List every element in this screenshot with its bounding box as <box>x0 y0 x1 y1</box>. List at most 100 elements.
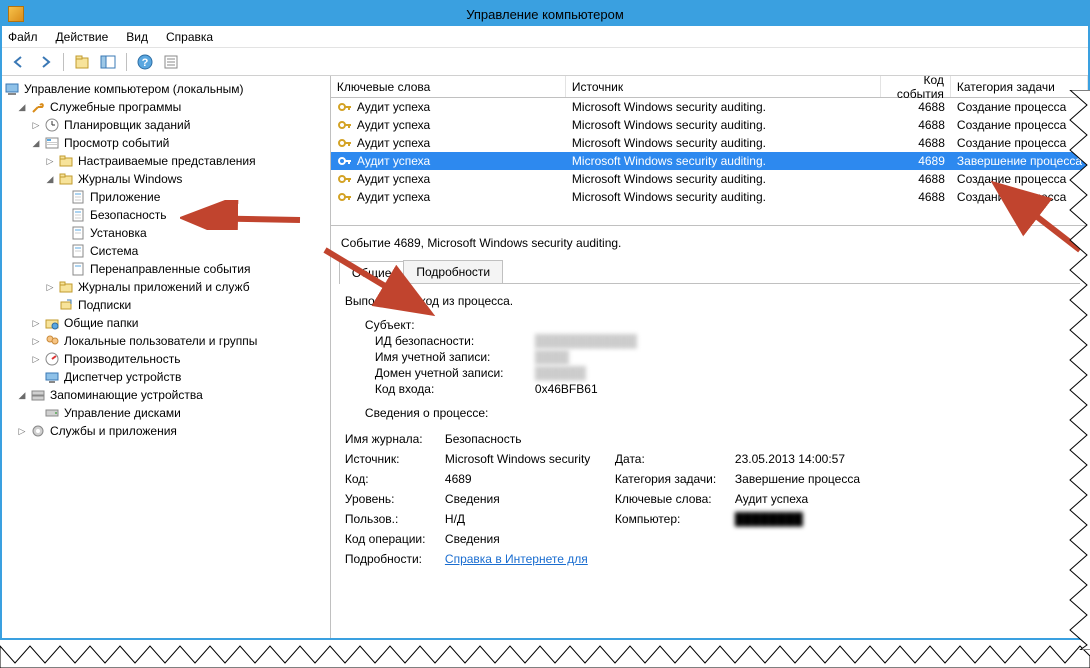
tree-log-setup[interactable]: Установка <box>4 224 328 242</box>
tree-local-users[interactable]: ▷ Локальные пользователи и группы <box>4 332 328 350</box>
menu-help[interactable]: Справка <box>166 30 213 44</box>
tree-device-manager[interactable]: Диспетчер устройств <box>4 368 328 386</box>
folder-icon <box>58 153 74 169</box>
tree-event-viewer[interactable]: ◢ Просмотр событий <box>4 134 328 152</box>
tree-shared-folders[interactable]: ▷ Общие папки <box>4 314 328 332</box>
tree-storage[interactable]: ◢ Запоминающие устройства <box>4 386 328 404</box>
account-domain-label: Домен учетной записи: <box>375 366 535 380</box>
col-event-id[interactable]: Код события <box>881 76 951 97</box>
tree-performance[interactable]: ▷ Производительность <box>4 350 328 368</box>
expander-icon[interactable]: ◢ <box>16 101 28 113</box>
event-id: 4688 <box>881 136 951 150</box>
event-row[interactable]: Аудит успеха Microsoft Windows security a… <box>331 170 1088 188</box>
expander-icon[interactable]: ▷ <box>30 119 42 131</box>
titlebar[interactable]: Управление компьютером <box>2 2 1088 26</box>
services-icon <box>30 423 46 439</box>
computer-value: ████████ <box>735 512 935 526</box>
subject-label: Субъект: <box>365 318 1074 332</box>
account-domain-value: ██████ <box>535 366 1074 380</box>
event-list: Ключевые слова Источник Код события Кате… <box>331 76 1088 226</box>
logon-id-value: 0x46BFB61 <box>535 382 1074 396</box>
tree-root[interactable]: Управление компьютером (локальным) <box>4 80 328 98</box>
log-icon <box>70 225 86 241</box>
expander-icon[interactable]: ▷ <box>44 281 56 293</box>
tree-custom-views[interactable]: ▷ Настраиваемые представления <box>4 152 328 170</box>
tree-disk-mgmt[interactable]: Управление дисками <box>4 404 328 422</box>
event-source: Microsoft Windows security auditing. <box>566 172 881 186</box>
window-title: Управление компьютером <box>466 7 624 22</box>
tree-pane: Управление компьютером (локальным) ◢ Слу… <box>2 76 331 638</box>
expander-icon[interactable]: ▷ <box>30 317 42 329</box>
event-keywords: Аудит успеха <box>357 118 430 132</box>
user-label: Пользов.: <box>345 512 445 526</box>
tree-app-services-logs[interactable]: ▷ Журналы приложений и служб <box>4 278 328 296</box>
col-keywords[interactable]: Ключевые слова <box>331 76 566 97</box>
event-source: Microsoft Windows security auditing. <box>566 154 881 168</box>
event-id: 4689 <box>881 154 951 168</box>
tab-general[interactable]: Общие <box>339 261 404 284</box>
opcode-label: Код операции: <box>345 532 445 546</box>
source-label: Источник: <box>345 452 445 466</box>
folder-icon <box>58 171 74 187</box>
detail-body: Выполнен выход из процесса. Субъект: ИД … <box>339 284 1080 576</box>
menubar: Файл Действие Вид Справка <box>2 26 1088 48</box>
detail-message: Выполнен выход из процесса. <box>345 294 1074 308</box>
back-button[interactable] <box>8 51 30 73</box>
event-keywords: Аудит успеха <box>357 136 430 150</box>
tree-task-scheduler[interactable]: ▷ Планировщик заданий <box>4 116 328 134</box>
tree-log-application[interactable]: Приложение <box>4 188 328 206</box>
menu-view[interactable]: Вид <box>126 30 148 44</box>
keywords-label: Ключевые слова: <box>615 492 735 506</box>
account-name-label: Имя учетной записи: <box>375 350 535 364</box>
folder-icon <box>58 279 74 295</box>
event-row[interactable]: Аудит успехаMicrosoft Windows security a… <box>331 188 1088 206</box>
tree-subscriptions[interactable]: Подписки <box>4 296 328 314</box>
computer-label: Компьютер: <box>615 512 735 526</box>
tree-log-forwarded[interactable]: Перенаправленные события <box>4 260 328 278</box>
svg-text:?: ? <box>142 57 149 69</box>
col-source[interactable]: Источник <box>566 76 881 97</box>
tree-system-tools[interactable]: ◢ Служебные программы <box>4 98 328 116</box>
account-name-value: ████ <box>535 350 1074 364</box>
forward-button[interactable] <box>34 51 56 73</box>
task-cat-value: Завершение процесса <box>735 472 935 486</box>
tree-log-security[interactable]: Безопасность <box>4 206 328 224</box>
key-icon <box>337 171 353 187</box>
event-source: Microsoft Windows security auditing. <box>566 136 881 150</box>
menu-file[interactable]: Файл <box>8 30 38 44</box>
subscriptions-icon <box>58 297 74 313</box>
torn-edge-bottom <box>0 638 1090 668</box>
expander-icon[interactable]: ▷ <box>16 425 28 437</box>
event-row[interactable]: Аудит успехаMicrosoft Windows security a… <box>331 98 1088 116</box>
key-icon <box>337 135 353 151</box>
key-icon <box>337 153 353 169</box>
expander-icon[interactable]: ▷ <box>30 335 42 347</box>
help-link[interactable]: Справка в Интернете для <box>445 552 588 566</box>
tab-details[interactable]: Подробности <box>403 260 503 283</box>
tree-services-apps[interactable]: ▷ Службы и приложения <box>4 422 328 440</box>
properties-button[interactable] <box>160 51 182 73</box>
computer-management-window: Управление компьютером Файл Действие Вид… <box>0 0 1090 640</box>
expander-icon[interactable]: ◢ <box>16 389 28 401</box>
event-keywords: Аудит успеха <box>357 172 430 186</box>
expander-icon[interactable]: ▷ <box>30 353 42 365</box>
show-hide-tree-button[interactable] <box>97 51 119 73</box>
tree-log-system[interactable]: Система <box>4 242 328 260</box>
expander-icon[interactable]: ◢ <box>30 137 42 149</box>
log-icon <box>70 261 86 277</box>
event-row[interactable]: Аудит успехаMicrosoft Windows security a… <box>331 152 1088 170</box>
disk-icon <box>44 405 60 421</box>
event-row[interactable]: Аудит успеха Microsoft Windows security a… <box>331 134 1088 152</box>
event-row[interactable]: Аудит успехаMicrosoft Windows security a… <box>331 116 1088 134</box>
up-button[interactable] <box>71 51 93 73</box>
computer-icon <box>4 81 20 97</box>
expander-icon[interactable]: ▷ <box>44 155 56 167</box>
expander-icon[interactable]: ◢ <box>44 173 56 185</box>
help-button[interactable]: ? <box>134 51 156 73</box>
tree-windows-logs[interactable]: ◢ Журналы Windows <box>4 170 328 188</box>
tools-icon <box>30 99 46 115</box>
menu-action[interactable]: Действие <box>56 30 109 44</box>
event-source: Microsoft Windows security auditing. <box>566 190 881 204</box>
log-name-value: Безопасность <box>445 432 935 446</box>
event-keywords: Аудит успеха <box>357 100 430 114</box>
